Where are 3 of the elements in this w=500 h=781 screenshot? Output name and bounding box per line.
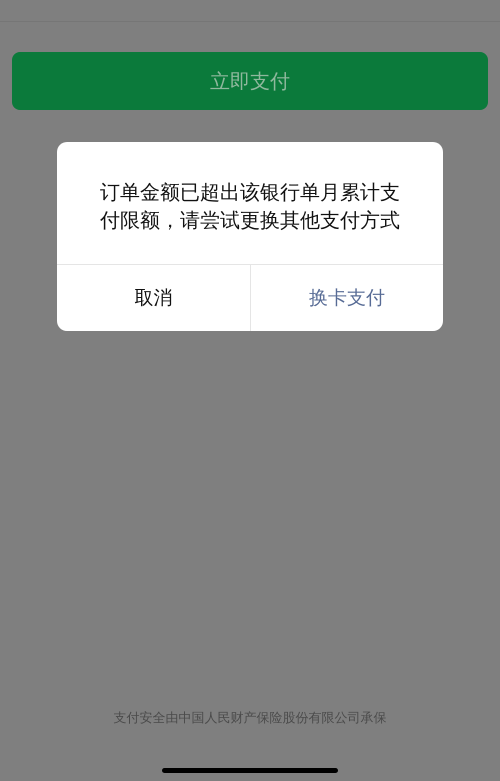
change-card-button[interactable]: 换卡支付 — [250, 265, 443, 331]
dialog-message: 订单金额已超出该银行单月累计支付限额，请尝试更换其他支付方式 — [99, 179, 401, 234]
cancel-button[interactable]: 取消 — [57, 265, 250, 331]
